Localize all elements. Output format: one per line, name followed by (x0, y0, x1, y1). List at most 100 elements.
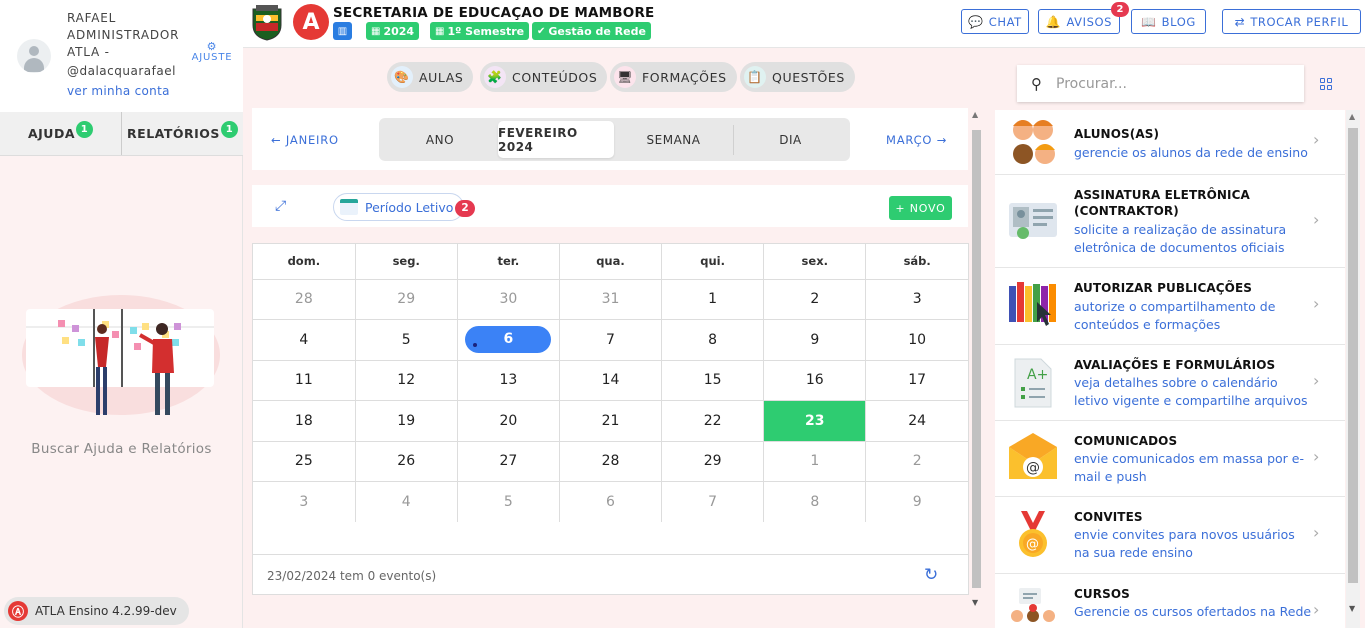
calendar-day[interactable]: 25 (253, 441, 356, 482)
user-handle: @dalacquarafael (67, 64, 176, 78)
calendar-day[interactable]: 12 (355, 360, 458, 401)
calendar-week: 25 26 27 28 29 1 2 (253, 441, 968, 482)
expand-icon[interactable]: ⤢ (275, 198, 291, 214)
feature-desc: envie comunicados em massa por e-mail e … (1074, 451, 1304, 484)
scroll-thumb[interactable] (972, 130, 981, 588)
side-tabs: AJUDA 1 RELATÓRIOS 1 (0, 112, 243, 156)
calendar-day[interactable]: 17 (865, 360, 968, 401)
calendar-day[interactable]: 9 (763, 319, 867, 361)
scroll-up-icon[interactable]: ▲ (1349, 112, 1355, 121)
main-scrollbar[interactable]: ▲ ▼ (970, 108, 984, 608)
calendar-icon (340, 199, 358, 215)
list-item[interactable]: AUTORIZAR PUBLICAÇÕES autorize o compart… (995, 268, 1345, 345)
calendar-day[interactable]: 31 (559, 279, 663, 320)
event-summary: 23/02/2024 tem 0 evento(s) (267, 569, 437, 583)
calendar-day[interactable]: 29 (661, 441, 765, 482)
scroll-thumb[interactable] (1348, 128, 1358, 583)
calendar-day[interactable]: 24 (865, 400, 968, 442)
scroll-down-icon[interactable]: ▼ (972, 598, 978, 607)
right-scrollbar[interactable]: ▲ ▼ (1346, 110, 1360, 628)
new-event-button[interactable]: + NOVO (889, 196, 952, 220)
refresh-icon[interactable]: ↻ (924, 565, 938, 585)
calendar-day[interactable]: 1 (661, 279, 765, 320)
calendar-day[interactable]: 4 (355, 481, 458, 522)
switch-profile-button[interactable]: ⇄ TROCAR PERFIL (1222, 9, 1361, 34)
account-link[interactable]: ver minha conta (67, 84, 170, 98)
feature-desc: Gerencie os cursos ofertados na Rede (1074, 604, 1312, 619)
category-trainings[interactable]: 🖥 FORMAÇÕES (610, 62, 737, 92)
view-year[interactable]: ANO (382, 121, 498, 158)
list-item[interactable]: A+ AVALIAÇÕES E FORMULÁRIOS veja detalhe… (995, 345, 1345, 421)
chat-button[interactable]: 💬 CHAT (961, 9, 1029, 34)
calendar-day[interactable]: 14 (559, 360, 663, 401)
list-item[interactable]: ALUNOS(AS) gerencie os alunos da rede de… (995, 110, 1345, 175)
calendar-day[interactable]: 11 (253, 360, 356, 401)
blog-button[interactable]: 📖 BLOG (1131, 9, 1206, 34)
calendar-day[interactable]: 2 (865, 441, 968, 482)
category-contents[interactable]: 🧩 CONTEÚDOS (480, 62, 608, 92)
user-box: RAFAEL ADMINISTRADOR ATLA - @dalacquaraf… (0, 0, 243, 112)
list-item[interactable]: CURSOS Gerencie os cursos ofertados na R… (995, 574, 1345, 628)
svg-text:A+: A+ (1027, 367, 1048, 383)
calendar-day[interactable]: 23 (763, 400, 867, 442)
network-pill[interactable]: ✔ Gestão de Rede (532, 22, 651, 40)
view-day[interactable]: DIA (733, 124, 847, 155)
calendar-icon: ▦ (435, 25, 445, 37)
calendar-day[interactable]: 5 (355, 319, 458, 361)
calendar-day[interactable]: 8 (763, 481, 867, 522)
grid-view-icon[interactable] (1320, 78, 1332, 90)
category-questions[interactable]: 📋 QUESTÕES (740, 62, 855, 92)
calendar-day[interactable]: 6 (559, 481, 663, 522)
calendar-day[interactable]: 19 (355, 400, 458, 442)
view-week[interactable]: SEMANA (614, 121, 733, 158)
calendar-day[interactable]: 20 (457, 400, 560, 442)
calendar-day[interactable]: 7 (559, 319, 663, 361)
calendar-day[interactable]: 16 (763, 360, 867, 401)
category-classes[interactable]: 🎨 AULAS (387, 62, 474, 92)
stats-button[interactable]: ▥ (333, 22, 352, 40)
calendar-day[interactable]: 26 (355, 441, 458, 482)
avatar[interactable] (17, 39, 51, 73)
calendar-day[interactable]: 22 (661, 400, 765, 442)
tab-reports[interactable]: RELATÓRIOS 1 (121, 112, 243, 155)
calendar-day[interactable]: 21 (559, 400, 663, 442)
list-item[interactable]: ASSINATURA ELETRÔNICA (CONTRAKTOR) solic… (995, 175, 1345, 268)
list-item[interactable]: @ COMUNICADOS envie comunicados em massa… (995, 421, 1345, 497)
calendar-day[interactable]: 30 (457, 279, 560, 320)
scroll-up-icon[interactable]: ▲ (972, 110, 978, 119)
next-month-button[interactable]: MARÇO → (886, 133, 947, 147)
calendar-day[interactable]: 28 (253, 279, 356, 320)
calendar-day[interactable]: 29 (355, 279, 458, 320)
calendar-day[interactable]: 10 (865, 319, 968, 361)
calendar-day[interactable]: 3 (865, 279, 968, 320)
view-month[interactable]: FEVEREIRO 2024 (498, 121, 614, 158)
user-name: RAFAEL ADMINISTRADOR ATLA - (67, 11, 180, 59)
calendar-day[interactable]: 27 (457, 441, 560, 482)
tab-help[interactable]: AJUDA 1 (0, 112, 121, 155)
period-filter-chip[interactable]: Período Letivo 2 (333, 193, 475, 221)
list-item[interactable]: @ CONVITES envie convites para novos usu… (995, 497, 1345, 574)
calendar-day[interactable]: 1 (763, 441, 867, 482)
calendar-day[interactable]: 6 (457, 319, 560, 361)
help-illustration (22, 295, 220, 415)
feature-desc: gerencie os alunos da rede de ensino (1074, 145, 1308, 160)
calendar-day[interactable]: 7 (661, 481, 765, 522)
check-circle-icon: ✔ (537, 25, 546, 37)
semester-pill[interactable]: ▦ 1º Semestre (430, 22, 530, 40)
search-input[interactable] (1056, 75, 1276, 92)
settings-button[interactable]: ⚙ AJUSTE (188, 41, 236, 63)
prev-month-button[interactable]: ← JANEIRO (271, 133, 339, 147)
year-pill[interactable]: ▦ 2024 (366, 22, 420, 40)
calendar-day[interactable]: 5 (457, 481, 560, 522)
alerts-button[interactable]: 🔔 AVISOS (1038, 9, 1120, 34)
calendar-day[interactable]: 13 (457, 360, 560, 401)
scroll-down-icon[interactable]: ▼ (1349, 604, 1355, 613)
calendar-day[interactable]: 18 (253, 400, 356, 442)
calendar-day[interactable]: 4 (253, 319, 356, 361)
calendar-day[interactable]: 15 (661, 360, 765, 401)
calendar-day[interactable]: 9 (866, 482, 968, 523)
calendar-day[interactable]: 28 (559, 441, 663, 482)
calendar-day[interactable]: 8 (661, 319, 765, 361)
calendar-day[interactable]: 3 (253, 481, 356, 522)
calendar-day[interactable]: 2 (763, 279, 867, 320)
